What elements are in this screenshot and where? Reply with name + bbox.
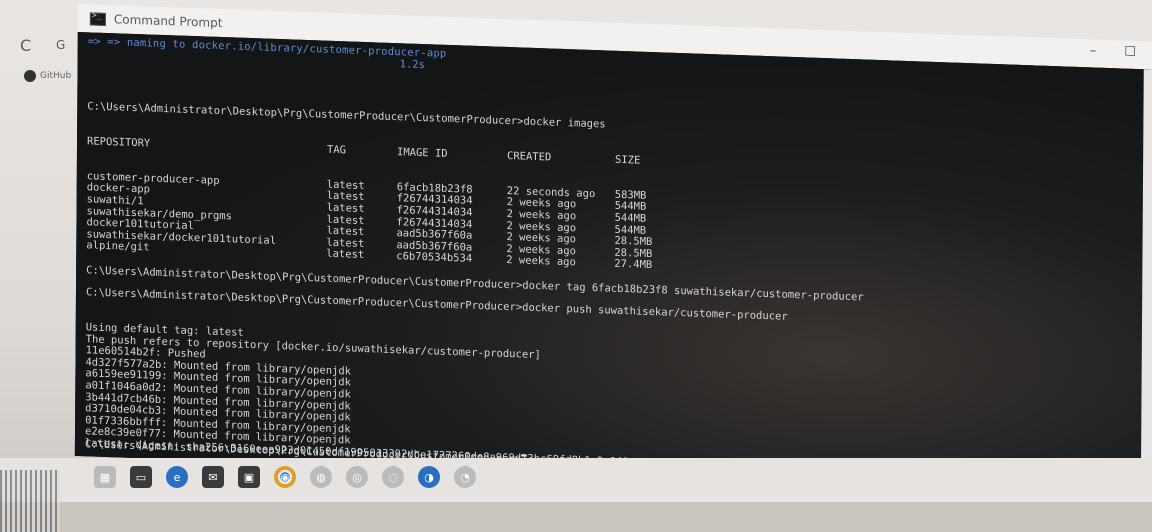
- header-tag: TAG: [326, 143, 347, 157]
- maximize-button[interactable]: ☐: [1124, 45, 1136, 60]
- terminal-icon[interactable]: ▭: [130, 466, 152, 488]
- screen-bezel: [0, 502, 1152, 532]
- images-header: REPOSITORY TAG IMAGE ID CREATED SIZE: [87, 135, 675, 168]
- keyboard-edge: [0, 470, 60, 532]
- build-time: 1.2s: [399, 58, 425, 72]
- reload-icon[interactable]: C: [20, 36, 31, 55]
- settings-icon[interactable]: ◌: [382, 466, 404, 488]
- bookmark-label: GitHub: [40, 71, 72, 81]
- prompt-docker-push: C:\Users\Administrator\Desktop\Prg\Custo…: [85, 286, 788, 323]
- file-explorer-icon[interactable]: ▦: [94, 466, 116, 488]
- header-repository: REPOSITORY: [87, 135, 151, 150]
- bookmark-github[interactable]: GitHub: [24, 70, 71, 82]
- header-size: SIZE: [614, 153, 641, 167]
- command-prompt-window[interactable]: Command Prompt – ☐ => => naming to docke…: [74, 4, 1152, 494]
- prompt-line: C:\Users\Administrator\Desktop\Prg\Custo…: [87, 100, 675, 134]
- edge-icon[interactable]: e: [166, 466, 188, 488]
- browser-icon[interactable]: ◑: [418, 466, 440, 488]
- minimize-button[interactable]: –: [1090, 43, 1097, 58]
- header-created: CREATED: [506, 149, 552, 164]
- terminal-scrollbar[interactable]: [1140, 69, 1152, 494]
- taskbar: ▦ ▭ e ✉ ▣ ◉ ◍ ◎ ◌ ◑ ◔: [0, 458, 1152, 502]
- header-image-id: IMAGE ID: [396, 146, 448, 160]
- google-icon[interactable]: G: [56, 38, 65, 52]
- github-icon: [24, 70, 36, 82]
- prompt-docker-images: C:\Users\Administrator\Desktop\Prg\Custo…: [87, 100, 606, 131]
- taskbar-icons: ▦ ▭ e ✉ ▣ ◉ ◍ ◎ ◌ ◑ ◔: [94, 466, 476, 488]
- window-title: Command Prompt: [113, 12, 223, 31]
- window-controls: – ☐: [1090, 43, 1136, 60]
- terminal-output[interactable]: => => naming to docker.io/library/custom…: [74, 31, 1152, 494]
- media-icon[interactable]: ◎: [346, 466, 368, 488]
- cmd-icon: [89, 11, 106, 26]
- mail-icon[interactable]: ✉: [202, 466, 224, 488]
- app-icon[interactable]: ◔: [454, 466, 476, 488]
- chrome-icon[interactable]: ◉: [274, 466, 296, 488]
- text-cursor: [521, 454, 528, 457]
- store-icon[interactable]: ▣: [238, 466, 260, 488]
- photos-icon[interactable]: ◍: [310, 466, 332, 488]
